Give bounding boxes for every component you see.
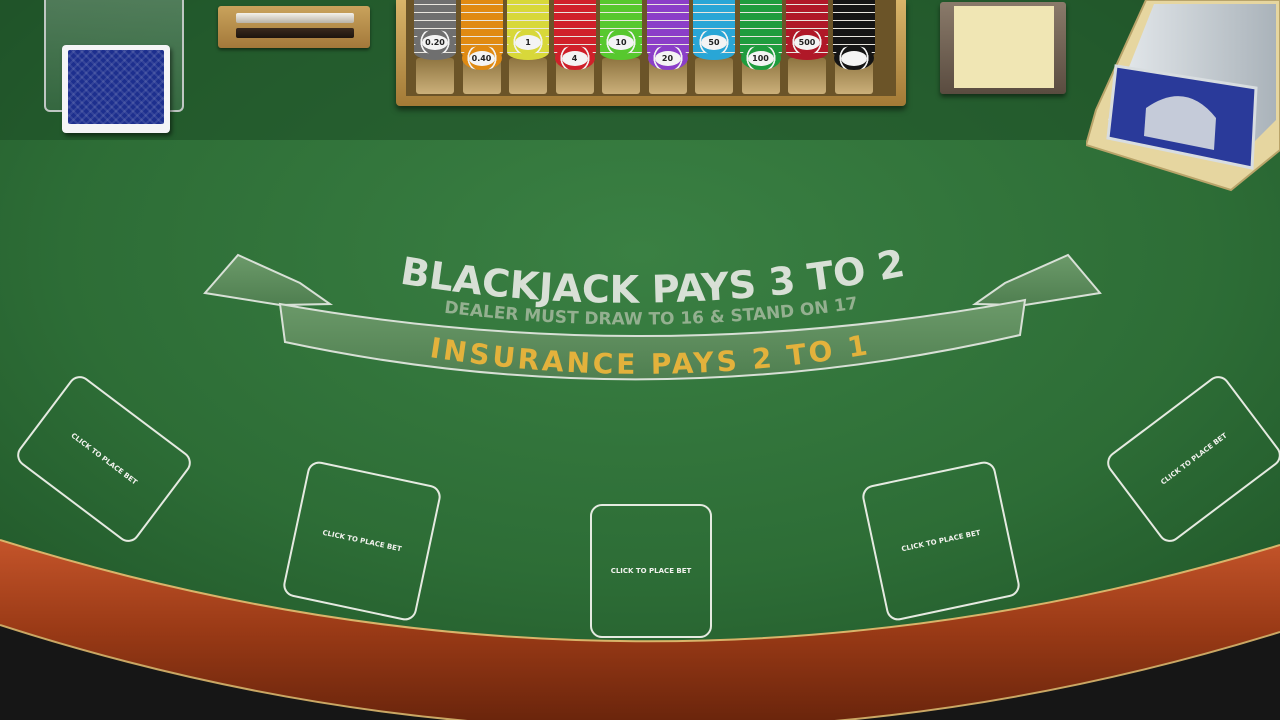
bet-spot-label: CLICK TO PLACE BET [69,431,139,487]
chip-stack-1[interactable]: 1 [507,0,549,96]
chip-stack-50[interactable]: 50 [693,0,735,96]
chip-face[interactable]: 100 [740,46,781,70]
discard-card-stack [62,45,170,133]
chip-face[interactable] [833,46,874,70]
blackjack-table: BLACKJACK PAYS 3 TO 2 DEALER MUST DRAW T… [0,0,1280,720]
bet-spot-seat-3[interactable]: CLICK TO PLACE BET [590,504,712,638]
chip-value: 50 [708,37,720,47]
chip-stack-0.20[interactable]: 0.20 [414,0,456,96]
chip-face[interactable]: 0.20 [415,30,455,54]
bet-spot-seat-4[interactable]: CLICK TO PLACE BET [860,459,1022,623]
chip-stack-100[interactable]: 100 [739,0,782,96]
bet-spot-label: CLICK TO PLACE BET [321,528,403,554]
bet-spot-label: CLICK TO PLACE BET [1159,431,1229,487]
chip-stack-500[interactable]: 500 [786,0,828,96]
chip-stack-4[interactable]: 4 [553,0,596,96]
chip-face[interactable]: 0.40 [461,46,502,70]
chip-value: 1 [525,37,531,47]
chip-face[interactable]: 50 [694,30,734,54]
tip-box [940,2,1066,94]
chip-value: 10 [615,37,627,47]
discard-tray [40,0,185,140]
chip-value: 0.40 [471,53,492,63]
chip-face[interactable]: 20 [647,46,688,70]
bet-spot-seat-2[interactable]: CLICK TO PLACE BET [281,459,443,623]
chip-stack-0.40[interactable]: 0.40 [460,0,503,96]
bet-spot-label: CLICK TO PLACE BET [900,528,982,554]
chip-face[interactable]: 4 [554,46,595,70]
chip-stack-10[interactable]: 10 [600,0,642,96]
chip-value: 100 [752,53,769,63]
chip-value: 0.20 [425,37,445,47]
bet-spot-label: CLICK TO PLACE BET [610,567,692,575]
chip-stack-black[interactable] [832,0,875,96]
chip-face[interactable]: 10 [601,30,641,54]
chip-value: 4 [571,53,578,63]
card-shoe [1086,0,1280,192]
chip-stack-20[interactable]: 20 [646,0,689,96]
chip-face[interactable]: 500 [787,30,827,54]
chip-tray: 0.20 0.40 1 4 10 20 50 100 500 [396,0,906,106]
chip-value: 500 [798,37,816,47]
chip-face[interactable]: 1 [508,30,548,54]
dealer-paddle [218,6,370,48]
chip-value: 20 [661,53,674,63]
